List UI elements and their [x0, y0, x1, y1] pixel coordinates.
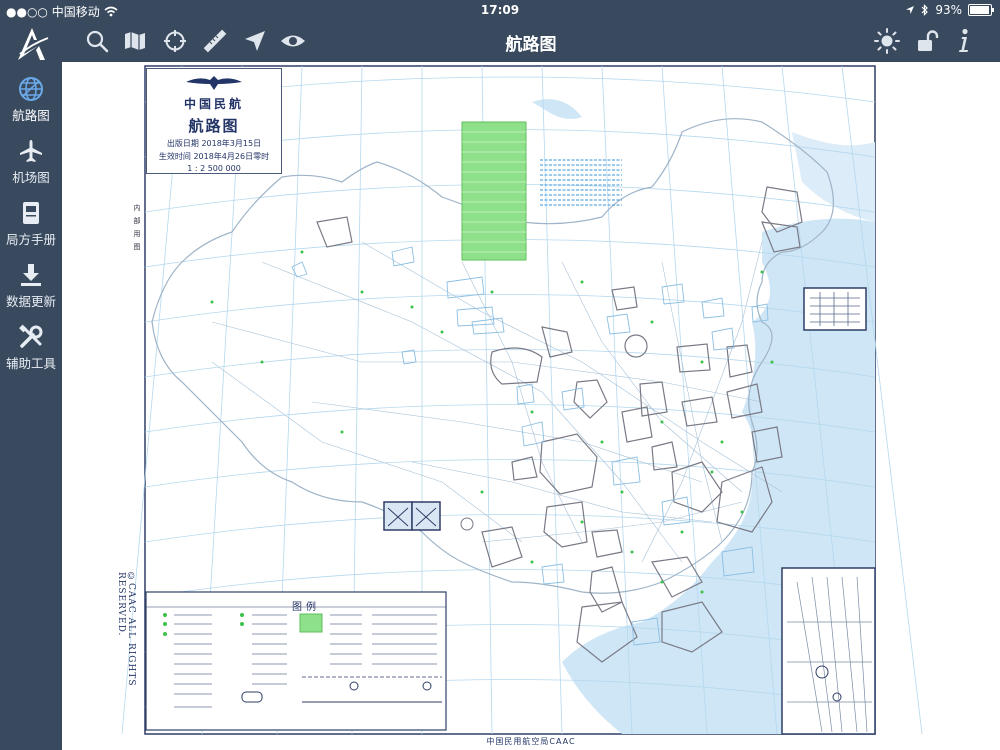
copyright-notice: ©CAAC ALL RIGHTS RESERVED. [116, 572, 136, 687]
airplane-icon [20, 140, 42, 162]
location-services-icon [906, 6, 915, 14]
ruler-icon [203, 29, 227, 53]
sidebar-item-label: 辅助工具 [5, 356, 56, 371]
brightness-icon [874, 28, 900, 54]
legend-title: 图例 [292, 602, 320, 613]
search-button[interactable] [82, 26, 112, 56]
chart-title-block: 中国民航 航路图 出版日期 2018年3月15日 生效时间 2018年4月26日… [146, 68, 282, 174]
sidebar-item-tools[interactable]: 辅助工具 [0, 324, 62, 382]
sidebar-item-label: 局方手册 [5, 232, 56, 247]
status-bar: ●●○○ 中国移动 17:09 93% [0, 0, 1000, 20]
chart-publish-date: 出版日期 2018年3月15日 [166, 139, 262, 148]
app-logo-a-icon [18, 28, 49, 60]
chart-effective-date: 生效时间 2018年4月26日零时 [158, 152, 270, 161]
sidebar-item-manuals[interactable]: 局方手册 [0, 200, 62, 258]
battery-percent: 93% [935, 3, 962, 17]
sidebar-item-label: 航路图 [12, 108, 50, 123]
info-button[interactable] [948, 26, 978, 56]
chart-name: 航路图 [188, 117, 240, 135]
chart-footer: 中国民用航空局CAAC [486, 737, 576, 746]
status-right: 93% [905, 3, 994, 17]
battery-icon [968, 4, 994, 16]
bluetooth-icon [921, 4, 929, 16]
sidebar-item-enroute-chart[interactable]: 航路图 [0, 76, 62, 134]
sidebar-item-airport-chart[interactable]: 机场图 [0, 138, 62, 196]
map-icon [125, 32, 145, 50]
map-layers-button[interactable] [120, 26, 150, 56]
internal-use-note: 内部用图 [133, 204, 141, 251]
unlock-icon [918, 30, 939, 51]
info-icon [959, 28, 968, 52]
chart-scale: 1 : 2 500 000 [187, 164, 241, 173]
crosshair-icon [164, 30, 186, 52]
sidebar-item-label: 机场图 [12, 170, 50, 185]
lock-button[interactable] [912, 26, 942, 56]
chart-org: 中国民航 [183, 97, 244, 111]
inset-map-northeast [803, 287, 867, 331]
brightness-button[interactable] [872, 26, 902, 56]
location-arrow-icon [245, 31, 265, 51]
restricted-area-green [461, 121, 527, 261]
globe-icon [19, 77, 43, 101]
caac-emblem-icon [186, 76, 242, 90]
sidebar-item-label: 数据更新 [5, 294, 56, 309]
search-icon [86, 30, 109, 53]
visibility-button[interactable] [278, 26, 308, 56]
sidebar-item-data-update[interactable]: 数据更新 [0, 262, 62, 320]
navigate-button[interactable] [240, 26, 270, 56]
top-toolbar: 航路图 [62, 20, 1000, 62]
clock: 17:09 [480, 3, 520, 17]
eye-icon [281, 35, 305, 47]
enroute-chart-view[interactable]: 中国民航 航路图 出版日期 2018年3月15日 生效时间 2018年4月26日… [62, 62, 1000, 750]
tools-icon [19, 324, 43, 348]
locate-button[interactable] [160, 26, 190, 56]
inset-map-south [781, 567, 876, 735]
book-icon [23, 202, 39, 224]
download-icon [21, 264, 41, 286]
sidebar: 航路图 机场图 局方手册 数据更新 辅助工具 [0, 20, 62, 750]
measure-button[interactable] [200, 26, 230, 56]
